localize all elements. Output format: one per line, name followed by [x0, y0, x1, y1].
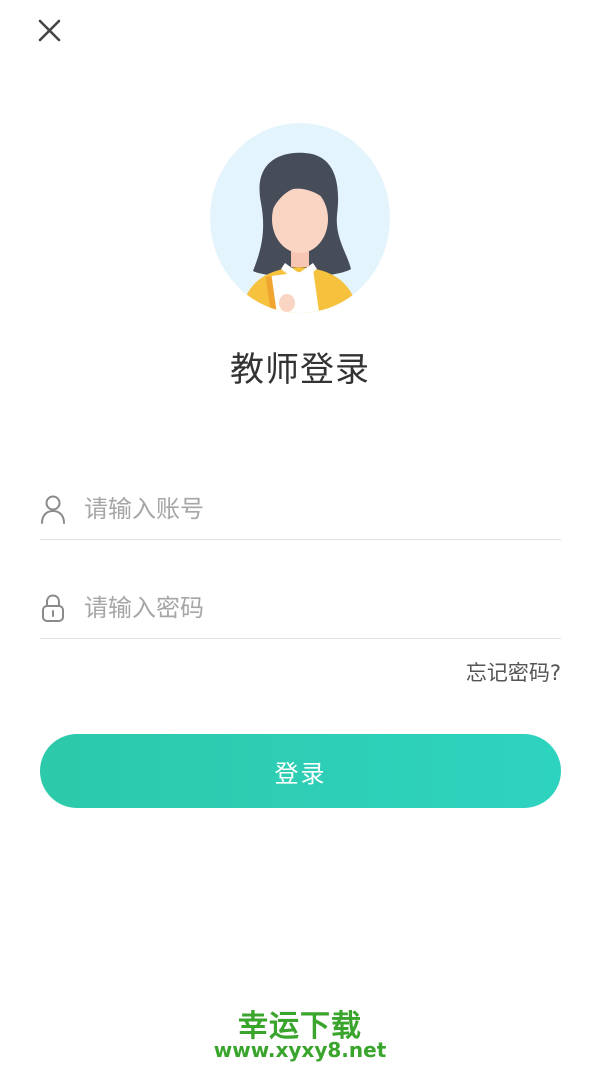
forgot-password-link[interactable]: 忘记密码? — [466, 657, 561, 687]
user-icon — [41, 495, 65, 524]
account-field — [40, 479, 561, 540]
close-button[interactable] — [32, 14, 66, 48]
watermark-url: www.xyxy8.net — [213, 1038, 387, 1062]
lock-icon — [42, 594, 64, 622]
password-field — [40, 578, 561, 639]
login-button[interactable]: 登录 — [40, 734, 561, 808]
teacher-avatar-icon — [210, 123, 390, 313]
login-button-label: 登录 — [274, 759, 327, 788]
teacher-avatar — [209, 123, 391, 313]
page-title: 教师登录 — [230, 350, 370, 390]
close-icon — [38, 19, 61, 42]
account-input[interactable] — [84, 489, 524, 529]
login-screen: 教师登录 忘记密码? 登录 幸运下载 www.xyxy8.net — [0, 0, 600, 1067]
password-input[interactable] — [84, 588, 524, 628]
